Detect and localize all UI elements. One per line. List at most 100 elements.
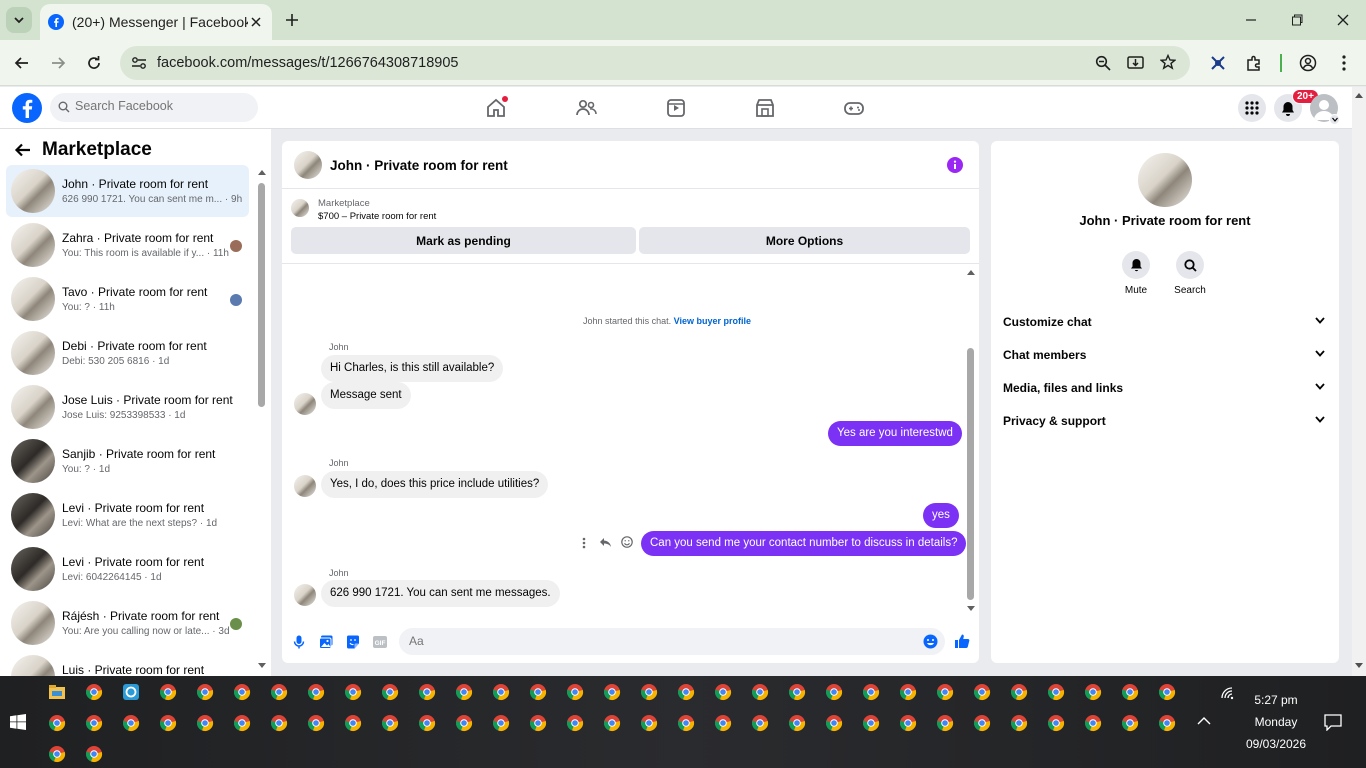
chat-members-row[interactable]: Chat members — [1003, 342, 1329, 368]
windows-start-icon[interactable] — [10, 714, 26, 730]
chrome-icon[interactable] — [1158, 714, 1176, 732]
reply-icon[interactable] — [599, 537, 612, 548]
menu-grid-button[interactable] — [1238, 94, 1266, 122]
conversation-item[interactable]: Rájésh · Private room for rent You: Are … — [6, 597, 249, 649]
chrome-icon[interactable] — [1121, 714, 1139, 732]
close-window-icon[interactable] — [1333, 10, 1353, 30]
sender-avatar[interactable] — [294, 584, 316, 606]
customize-chat-row[interactable]: Customize chat — [1003, 309, 1329, 335]
media-files-links-row[interactable]: Media, files and links — [1003, 375, 1329, 401]
conversation-item[interactable]: Tavo · Private room for rent You: ? · 11… — [6, 273, 249, 325]
incoming-message[interactable]: 626 990 1721. You can sent me messages. — [321, 580, 560, 607]
chrome-icon[interactable] — [196, 714, 214, 732]
chrome-icon[interactable] — [233, 714, 251, 732]
chrome-icon[interactable] — [677, 683, 695, 701]
chrome-icon[interactable] — [344, 683, 362, 701]
chrome-icon[interactable] — [603, 714, 621, 732]
marketplace-icon[interactable] — [754, 97, 776, 119]
chrome-icon[interactable] — [159, 683, 177, 701]
chrome-icon[interactable] — [85, 714, 103, 732]
taskbar-date[interactable]: 09/03/2026 — [1236, 737, 1316, 751]
back-arrow-icon[interactable] — [11, 52, 33, 74]
view-buyer-profile-link[interactable]: View buyer profile — [674, 316, 751, 326]
scroll-down-icon[interactable] — [258, 663, 266, 669]
bookmark-star-icon[interactable] — [1160, 54, 1176, 70]
chrome-icon[interactable] — [1084, 683, 1102, 701]
listing-title[interactable]: $700 – Private room for rent — [318, 211, 436, 222]
chrome-icon[interactable] — [307, 714, 325, 732]
outgoing-message[interactable]: Can you send me your contact number to d… — [641, 531, 967, 556]
outgoing-message[interactable]: yes — [923, 503, 959, 528]
chrome-icon[interactable] — [973, 714, 991, 732]
chrome-icon[interactable] — [640, 714, 658, 732]
chrome-icon[interactable] — [48, 714, 66, 732]
chat-title[interactable]: John · Private room for rent — [330, 158, 508, 173]
chrome-icon[interactable] — [455, 683, 473, 701]
chrome-icon[interactable] — [862, 714, 880, 732]
outgoing-message[interactable]: Yes are you interestwd — [828, 421, 962, 446]
chrome-icon[interactable] — [381, 714, 399, 732]
close-tab-icon[interactable] — [248, 14, 264, 30]
extensions-puzzle-icon[interactable] — [1243, 52, 1265, 74]
scroll-down-icon[interactable] — [967, 606, 975, 612]
friends-icon[interactable] — [575, 97, 597, 119]
minimize-icon[interactable] — [1241, 10, 1261, 30]
chrome-icon[interactable] — [85, 683, 103, 701]
conversation-item[interactable]: John · Private room for rent 626 990 172… — [6, 165, 249, 217]
chrome-icon[interactable] — [751, 683, 769, 701]
chrome-icon[interactable] — [677, 714, 695, 732]
sticker-icon[interactable] — [345, 634, 361, 650]
incoming-message[interactable]: Message sent — [321, 382, 411, 409]
chrome-icon[interactable] — [825, 714, 843, 732]
page-scrollbar[interactable] — [1352, 87, 1366, 676]
chrome-icon[interactable] — [603, 683, 621, 701]
sender-avatar[interactable] — [294, 393, 316, 415]
tab-search-button[interactable] — [6, 7, 32, 33]
app-icon[interactable] — [122, 683, 140, 701]
chrome-icon[interactable] — [936, 714, 954, 732]
file-explorer-icon[interactable] — [48, 683, 66, 701]
chrome-icon[interactable] — [1158, 683, 1176, 701]
install-app-icon[interactable] — [1127, 55, 1144, 71]
chrome-icon[interactable] — [307, 683, 325, 701]
conversation-item[interactable]: Zahra · Private room for rent You: This … — [6, 219, 249, 271]
extension-icon[interactable] — [1207, 52, 1229, 74]
chrome-icon[interactable] — [1010, 714, 1028, 732]
scroll-thumb[interactable] — [967, 348, 974, 600]
chat-scrollbar[interactable] — [965, 265, 977, 615]
chrome-icon[interactable] — [48, 745, 66, 763]
chrome-icon[interactable] — [381, 683, 399, 701]
chrome-icon[interactable] — [862, 683, 880, 701]
facebook-logo-icon[interactable] — [12, 93, 42, 123]
chrome-icon[interactable] — [418, 683, 436, 701]
conversation-item[interactable]: Jose Luis · Private room for rent Jose L… — [6, 381, 249, 433]
chrome-icon[interactable] — [973, 683, 991, 701]
message-input[interactable] — [409, 634, 909, 648]
chrome-icon[interactable] — [936, 683, 954, 701]
mark-as-pending-button[interactable]: Mark as pending — [291, 227, 636, 254]
chrome-icon[interactable] — [196, 683, 214, 701]
taskbar-time[interactable]: 5:27 pm — [1236, 693, 1316, 707]
restore-icon[interactable] — [1287, 10, 1307, 30]
chrome-icon[interactable] — [566, 714, 584, 732]
browser-tab-messenger[interactable]: (20+) Messenger | Facebook — [40, 4, 272, 40]
back-arrow-icon[interactable] — [14, 142, 32, 158]
more-options-button[interactable]: More Options — [639, 227, 970, 254]
chrome-icon[interactable] — [1084, 714, 1102, 732]
chrome-icon[interactable] — [270, 714, 288, 732]
gif-icon[interactable]: GIF — [372, 634, 388, 650]
chrome-icon[interactable] — [270, 683, 288, 701]
chrome-icon[interactable] — [714, 714, 732, 732]
reload-icon[interactable] — [83, 52, 105, 74]
chat-avatar[interactable] — [294, 151, 322, 179]
notification-center-icon[interactable] — [1324, 714, 1342, 731]
chrome-icon[interactable] — [1047, 683, 1065, 701]
site-info-icon[interactable] — [131, 56, 147, 70]
scroll-thumb[interactable] — [258, 183, 265, 407]
thumbs-up-icon[interactable] — [954, 633, 970, 649]
info-icon[interactable] — [947, 157, 963, 173]
chrome-icon[interactable] — [1047, 714, 1065, 732]
chrome-icon[interactable] — [1010, 683, 1028, 701]
zoom-icon[interactable] — [1095, 55, 1111, 71]
facebook-search-input[interactable] — [75, 99, 245, 113]
